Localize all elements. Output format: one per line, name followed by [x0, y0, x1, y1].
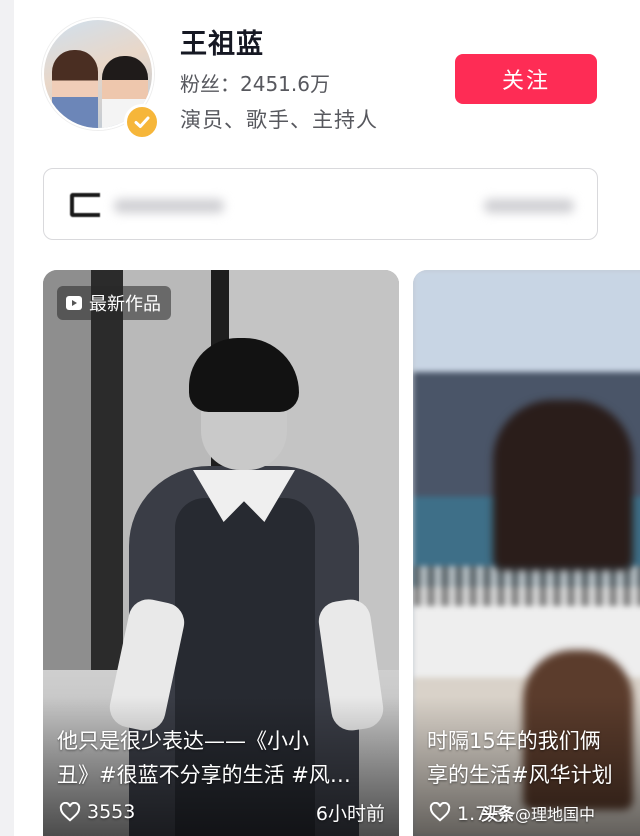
video-card-latest[interactable]: 最新作品 他只是很少表达——《小小 丑》#很蓝不分享的生活 #风… 3553 6… [43, 270, 399, 836]
like-count: 3553 [87, 801, 136, 823]
video-caption: 时隔15年的我们俩 享的生活#风华计划 [427, 729, 613, 787]
verified-check-icon [124, 104, 160, 140]
post-time: 6小时前 [315, 802, 385, 825]
latest-work-label: 最新作品 [89, 294, 161, 315]
follow-button[interactable]: 关注 [455, 54, 597, 104]
heart-outline-icon [429, 802, 451, 822]
fans-count: 粉丝：2451.6万 [180, 72, 330, 96]
heart-outline-icon [59, 802, 81, 822]
video-caption: 他只是很少表达——《小小 丑》#很蓝不分享的生活 #风… [57, 729, 351, 787]
latest-work-badge: 最新作品 [57, 286, 171, 320]
video-card[interactable]: 时隔15年的我们俩 享的生活#风华计划 1.7万 [413, 270, 640, 836]
profile-roles: 演员、歌手、主持人 [180, 108, 378, 132]
search-bar-blurred[interactable] [43, 168, 598, 240]
video-play-icon [66, 296, 82, 310]
search-icon [70, 193, 100, 217]
profile-screen: 王祖蓝 粉丝：2451.6万 演员、歌手、主持人 关注 最新作品 他只是很少表达… [14, 0, 640, 836]
profile-name: 王祖蓝 [180, 29, 264, 60]
video-meta: 3553 6小时前 [59, 798, 385, 826]
watermark: 头条@理地国中 [481, 805, 596, 825]
